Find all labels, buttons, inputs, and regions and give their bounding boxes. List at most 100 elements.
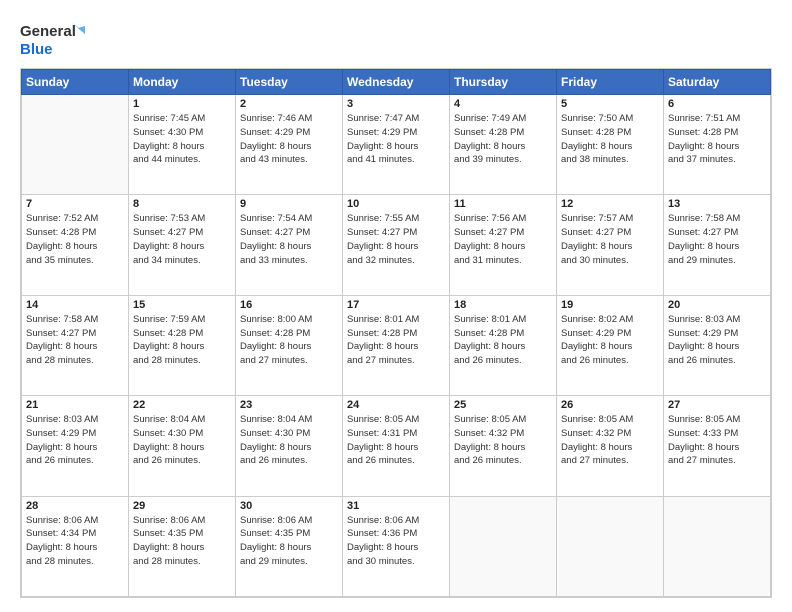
day-info: Sunrise: 8:01 AMSunset: 4:28 PMDaylight:…	[347, 313, 445, 368]
calendar-cell: 15Sunrise: 7:59 AMSunset: 4:28 PMDayligh…	[129, 295, 236, 395]
day-number: 21	[26, 399, 124, 411]
day-info: Sunrise: 7:50 AMSunset: 4:28 PMDaylight:…	[561, 112, 659, 167]
calendar: SundayMondayTuesdayWednesdayThursdayFrid…	[20, 68, 772, 598]
day-number: 27	[668, 399, 766, 411]
calendar-cell: 10 Sunrise: 7:55 AMSunset: 4:27 PMDayligh…	[343, 195, 450, 295]
day-number: 28	[26, 500, 124, 512]
day-info: Sunrise: 7:58 AMSunset: 4:27 PMDaylight:…	[26, 313, 124, 368]
calendar-week-row: 28Sunrise: 8:06 AMSunset: 4:34 PMDayligh…	[22, 496, 771, 596]
calendar-cell: 22 Sunrise: 8:04 AMSunset: 4:30 PMDayligh…	[129, 396, 236, 496]
calendar-cell	[22, 95, 129, 195]
calendar-cell: 25 Sunrise: 8:05 AMSunset: 4:32 PMDayligh…	[450, 396, 557, 496]
day-info: Sunrise: 7:56 AMSunset: 4:27 PMDaylight:…	[454, 212, 552, 267]
day-info: Sunrise: 8:05 AMSunset: 4:33 PMDaylight:…	[668, 413, 766, 468]
day-info: Sunrise: 8:04 AMSunset: 4:30 PMDaylight:…	[133, 413, 231, 468]
weekday-header-cell: Wednesday	[343, 70, 450, 95]
day-info: Sunrise: 7:55 AMSunset: 4:27 PMDaylight:…	[347, 212, 445, 267]
calendar-cell: 13 Sunrise: 7:58 AMSunset: 4:27 PMDayligh…	[664, 195, 771, 295]
calendar-cell	[450, 496, 557, 596]
day-number: 16	[240, 299, 338, 311]
calendar-cell: 24Sunrise: 8:05 AMSunset: 4:31 PMDayligh…	[343, 396, 450, 496]
day-info: Sunrise: 8:05 AMSunset: 4:31 PMDaylight:…	[347, 413, 445, 468]
calendar-cell: 4Sunrise: 7:49 AMSunset: 4:28 PMDaylight…	[450, 95, 557, 195]
calendar-header: SundayMondayTuesdayWednesdayThursdayFrid…	[22, 70, 771, 95]
calendar-table: SundayMondayTuesdayWednesdayThursdayFrid…	[21, 69, 771, 597]
calendar-cell: 21 Sunrise: 8:03 AMSunset: 4:29 PMDayligh…	[22, 396, 129, 496]
calendar-cell: 5 Sunrise: 7:50 AMSunset: 4:28 PMDaylight…	[557, 95, 664, 195]
day-info: Sunrise: 8:01 AMSunset: 4:28 PMDaylight:…	[454, 313, 552, 368]
calendar-cell: 1Sunrise: 7:45 AMSunset: 4:30 PMDaylight…	[129, 95, 236, 195]
calendar-cell: 17Sunrise: 8:01 AMSunset: 4:28 PMDayligh…	[343, 295, 450, 395]
day-number: 3	[347, 98, 445, 110]
calendar-cell	[557, 496, 664, 596]
calendar-cell: 27 Sunrise: 8:05 AMSunset: 4:33 PMDayligh…	[664, 396, 771, 496]
calendar-cell: 30 Sunrise: 8:06 AMSunset: 4:35 PMDayligh…	[236, 496, 343, 596]
day-number: 29	[133, 500, 231, 512]
day-info: Sunrise: 7:46 AMSunset: 4:29 PMDaylight:…	[240, 112, 338, 167]
day-info: Sunrise: 7:49 AMSunset: 4:28 PMDaylight:…	[454, 112, 552, 167]
day-number: 1	[133, 98, 231, 110]
day-number: 30	[240, 500, 338, 512]
day-info: Sunrise: 7:57 AMSunset: 4:27 PMDaylight:…	[561, 212, 659, 267]
weekday-header-cell: Monday	[129, 70, 236, 95]
day-info: Sunrise: 8:03 AMSunset: 4:29 PMDaylight:…	[668, 313, 766, 368]
day-info: Sunrise: 8:03 AMSunset: 4:29 PMDaylight:…	[26, 413, 124, 468]
day-number: 14	[26, 299, 124, 311]
calendar-cell: 28Sunrise: 8:06 AMSunset: 4:34 PMDayligh…	[22, 496, 129, 596]
calendar-week-row: 1Sunrise: 7:45 AMSunset: 4:30 PMDaylight…	[22, 95, 771, 195]
day-number: 19	[561, 299, 659, 311]
day-number: 8	[133, 198, 231, 210]
day-info: Sunrise: 7:58 AMSunset: 4:27 PMDaylight:…	[668, 212, 766, 267]
day-info: Sunrise: 8:02 AMSunset: 4:29 PMDaylight:…	[561, 313, 659, 368]
calendar-week-row: 21 Sunrise: 8:03 AMSunset: 4:29 PMDayligh…	[22, 396, 771, 496]
day-number: 26	[561, 399, 659, 411]
day-info: Sunrise: 8:06 AMSunset: 4:36 PMDaylight:…	[347, 514, 445, 569]
calendar-week-row: 7Sunrise: 7:52 AMSunset: 4:28 PMDaylight…	[22, 195, 771, 295]
day-info: Sunrise: 8:05 AMSunset: 4:32 PMDaylight:…	[561, 413, 659, 468]
calendar-cell: 3 Sunrise: 7:47 AMSunset: 4:29 PMDaylight…	[343, 95, 450, 195]
day-info: Sunrise: 8:06 AMSunset: 4:35 PMDaylight:…	[133, 514, 231, 569]
day-number: 13	[668, 198, 766, 210]
day-number: 10	[347, 198, 445, 210]
day-number: 5	[561, 98, 659, 110]
day-number: 20	[668, 299, 766, 311]
calendar-week-row: 14 Sunrise: 7:58 AMSunset: 4:27 PMDayligh…	[22, 295, 771, 395]
weekday-header-cell: Thursday	[450, 70, 557, 95]
calendar-cell: 16 Sunrise: 8:00 AMSunset: 4:28 PMDayligh…	[236, 295, 343, 395]
day-info: Sunrise: 7:53 AMSunset: 4:27 PMDaylight:…	[133, 212, 231, 267]
day-number: 25	[454, 399, 552, 411]
calendar-cell	[664, 496, 771, 596]
weekday-header-cell: Friday	[557, 70, 664, 95]
calendar-cell: 26 Sunrise: 8:05 AMSunset: 4:32 PMDayligh…	[557, 396, 664, 496]
day-number: 22	[133, 399, 231, 411]
day-info: Sunrise: 8:04 AMSunset: 4:30 PMDaylight:…	[240, 413, 338, 468]
day-info: Sunrise: 7:59 AMSunset: 4:28 PMDaylight:…	[133, 313, 231, 368]
day-number: 6	[668, 98, 766, 110]
day-info: Sunrise: 7:52 AMSunset: 4:28 PMDaylight:…	[26, 212, 124, 267]
calendar-cell: 14 Sunrise: 7:58 AMSunset: 4:27 PMDayligh…	[22, 295, 129, 395]
calendar-cell: 12 Sunrise: 7:57 AMSunset: 4:27 PMDayligh…	[557, 195, 664, 295]
calendar-cell: 20 Sunrise: 8:03 AMSunset: 4:29 PMDayligh…	[664, 295, 771, 395]
day-info: Sunrise: 7:51 AMSunset: 4:28 PMDaylight:…	[668, 112, 766, 167]
weekday-header-cell: Tuesday	[236, 70, 343, 95]
calendar-cell: 18Sunrise: 8:01 AMSunset: 4:28 PMDayligh…	[450, 295, 557, 395]
day-number: 2	[240, 98, 338, 110]
calendar-cell: 11 Sunrise: 7:56 AMSunset: 4:27 PMDayligh…	[450, 195, 557, 295]
calendar-cell: 7Sunrise: 7:52 AMSunset: 4:28 PMDaylight…	[22, 195, 129, 295]
day-number: 12	[561, 198, 659, 210]
day-info: Sunrise: 8:05 AMSunset: 4:32 PMDaylight:…	[454, 413, 552, 468]
calendar-cell: 8 Sunrise: 7:53 AMSunset: 4:27 PMDaylight…	[129, 195, 236, 295]
day-info: Sunrise: 8:06 AMSunset: 4:35 PMDaylight:…	[240, 514, 338, 569]
day-number: 23	[240, 399, 338, 411]
day-number: 9	[240, 198, 338, 210]
logo-svg: GeneralBlue	[20, 18, 90, 60]
calendar-cell: 29 Sunrise: 8:06 AMSunset: 4:35 PMDayligh…	[129, 496, 236, 596]
calendar-cell: 31 Sunrise: 8:06 AMSunset: 4:36 PMDayligh…	[343, 496, 450, 596]
day-info: Sunrise: 7:47 AMSunset: 4:29 PMDaylight:…	[347, 112, 445, 167]
logo: GeneralBlue	[20, 18, 90, 60]
day-number: 11	[454, 198, 552, 210]
day-info: Sunrise: 8:00 AMSunset: 4:28 PMDaylight:…	[240, 313, 338, 368]
day-number: 31	[347, 500, 445, 512]
header: GeneralBlue	[20, 18, 772, 60]
calendar-cell: 19 Sunrise: 8:02 AMSunset: 4:29 PMDayligh…	[557, 295, 664, 395]
